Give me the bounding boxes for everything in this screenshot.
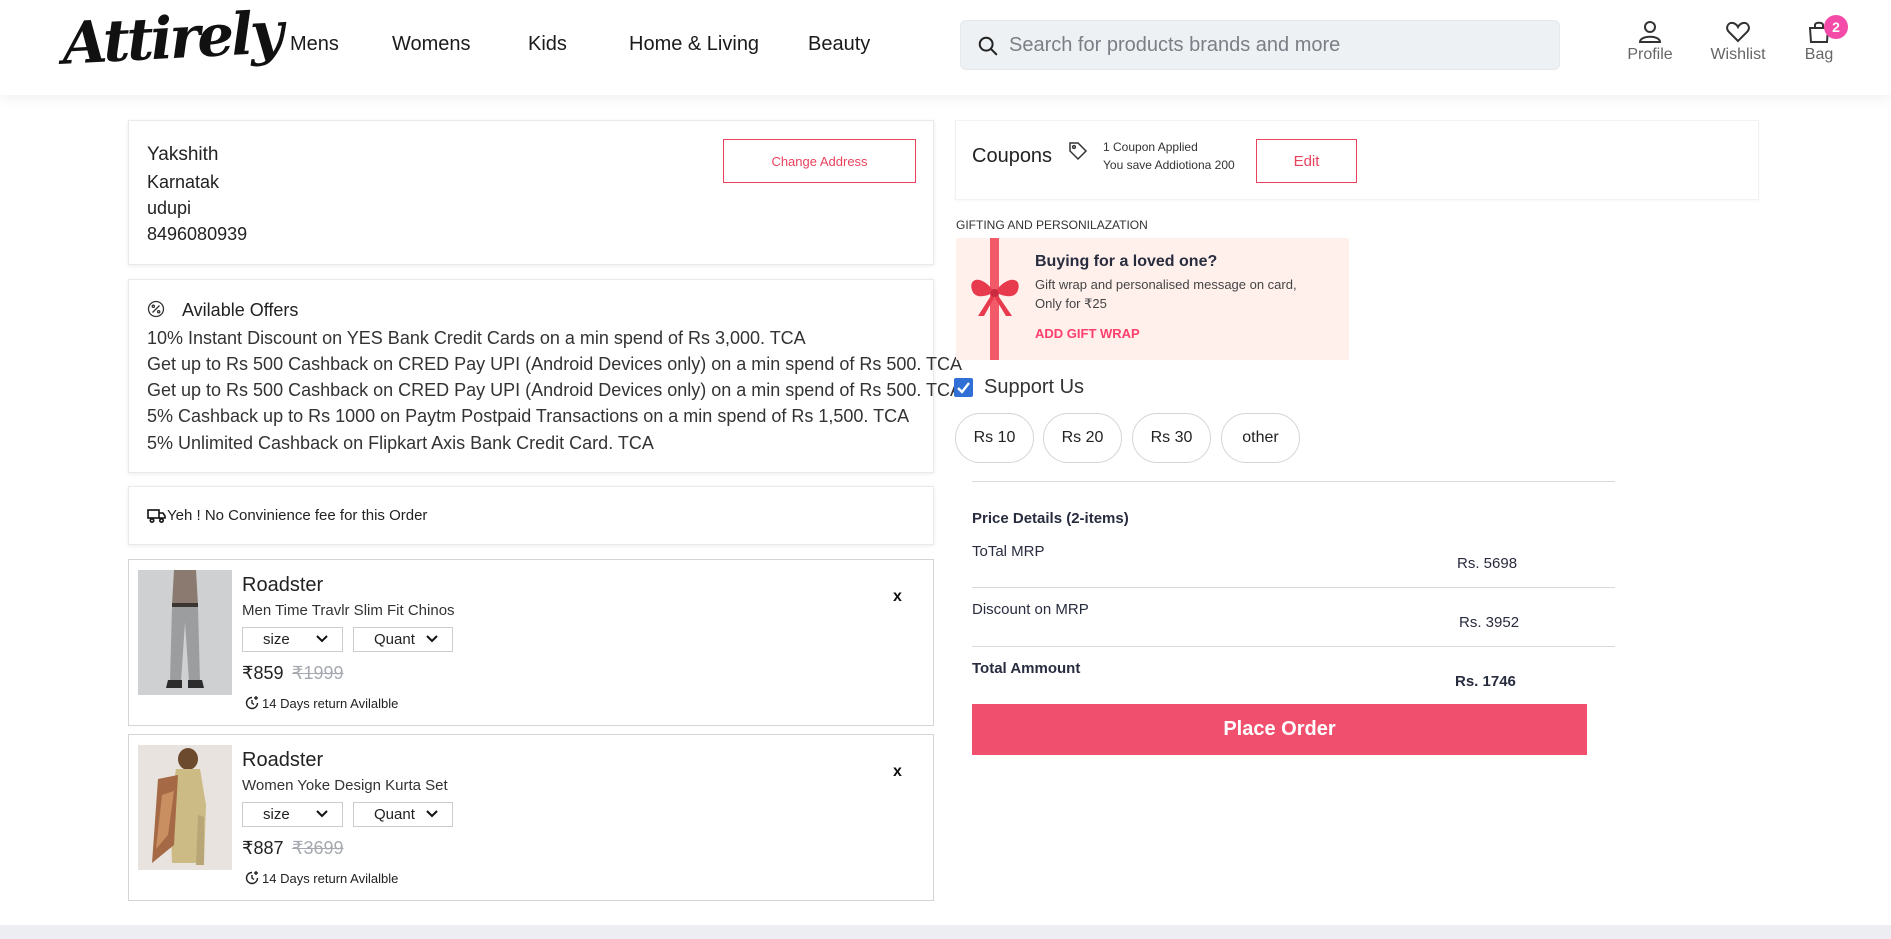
heart-icon [1726,21,1750,43]
coupons-applied: 1 Coupon Applied [1103,140,1198,154]
change-address-button[interactable]: Change Address [723,139,916,183]
remove-item-button[interactable]: x [893,588,902,606]
search-input[interactable] [1009,21,1549,69]
divider [972,481,1615,482]
total-amount-value: Rs. 1746 [1455,673,1516,690]
quantity-select-label: Quant [374,631,415,648]
address-phone: 8496080939 [147,224,248,244]
nav-link-womens[interactable]: Womens [392,33,471,56]
gift-wrap-card: Buying for a loved one? Gift wrap and pe… [956,238,1349,360]
coupons-title: Coupons [972,145,1053,167]
place-order-button[interactable]: Place Order [972,704,1587,755]
offer-item: Get up to Rs 500 Cashback on CRED Pay UP… [147,354,963,374]
gift-heading: Buying for a loved one? [1035,253,1218,270]
nav-link-beauty[interactable]: Beauty [808,33,870,56]
gift-line-1: Gift wrap and personalised message on ca… [1035,277,1297,292]
return-clock-icon [245,696,259,710]
nav-link-kids[interactable]: Kids [528,33,567,56]
support-amount-other[interactable]: other [1221,413,1300,463]
address-state: Karnatak [147,172,220,192]
return-policy: 14 Days return Avilalble [262,871,399,886]
support-amount-20[interactable]: Rs 20 [1043,413,1122,463]
gifting-section-title: GIFTING AND PERSONILAZATION [956,218,1148,232]
search-bar[interactable] [960,20,1560,70]
quantity-select-label: Quant [374,806,415,823]
product-price: ₹859 [242,663,284,683]
quantity-select[interactable]: Quant [353,627,453,652]
divider [972,587,1615,588]
return-policy: 14 Days return Avilalble [262,696,399,711]
quantity-select[interactable]: Quant [353,802,453,827]
profile-label: Profile [1627,46,1673,63]
search-icon [978,36,998,56]
add-gift-wrap-link[interactable]: ADD GIFT WRAP [1035,326,1140,341]
convenience-fee-notice: Yeh ! No Convinience fee for this Order [128,486,934,545]
product-mrp: ₹1999 [292,663,344,683]
coupons-savings: You save Addiotiona 200 [1103,158,1235,172]
bag-count-badge: 2 [1824,15,1848,39]
discount-icon [147,300,165,318]
support-amount-30[interactable]: Rs 30 [1132,413,1211,463]
discount-value: Rs. 3952 [1459,614,1520,631]
product-brand[interactable]: Roadster [242,749,323,772]
divider [972,646,1615,647]
edit-coupon-button[interactable]: Edit [1256,139,1357,183]
offers-card: Avilable Offers 10% Instant Discount on … [128,279,962,473]
address-card: Yakshith Karnatak udupi 8496080939 Chang… [128,120,934,265]
product-mrp: ₹3699 [292,838,344,858]
profile-button[interactable]: Profile [1620,20,1680,64]
nav-link-mens[interactable]: Mens [290,33,339,56]
chevron-down-icon [316,635,328,643]
chevron-down-icon [426,810,438,818]
chevron-down-icon [316,810,328,818]
product-description[interactable]: Men Time Travlr Slim Fit Chinos [242,602,455,619]
tag-icon [1069,142,1088,161]
size-select-label: size [263,806,290,823]
gift-line-2: Only for ₹25 [1035,296,1107,311]
product-image-kurta[interactable] [138,745,232,870]
support-us-label[interactable]: Support Us [984,376,1084,399]
total-mrp-label: ToTal MRP [972,543,1045,560]
return-clock-icon [245,871,259,885]
wishlist-button[interactable]: Wishlist [1706,20,1770,64]
total-amount-label: Total Ammount [972,660,1081,677]
offer-item: 5% Unlimited Cashback on Flipkart Axis B… [147,433,654,453]
top-navbar: Attirely Mens Womens Kids Home & Living … [0,0,1891,95]
truck-icon [147,509,166,523]
size-select-label: size [263,631,290,648]
convenience-text: Yeh ! No Convinience fee for this Order [167,507,428,524]
offer-item: 5% Cashback up to Rs 1000 on Paytm Postp… [147,406,910,426]
check-icon [957,382,970,394]
profile-icon [1638,21,1662,43]
offer-item: Get up to Rs 500 Cashback on CRED Pay UP… [147,380,963,400]
cart-item: Roadster Men Time Travlr Slim Fit Chinos… [128,559,934,726]
coupons-card: Coupons 1 Coupon Applied You save Addiot… [955,120,1759,200]
product-image-chinos[interactable] [138,570,232,695]
chevron-down-icon [426,635,438,643]
bag-label: Bag [1804,46,1834,63]
cart-item: Roadster Women Yoke Design Kurta Set siz… [128,734,934,901]
discount-label: Discount on MRP [972,601,1089,618]
size-select[interactable]: size [242,627,343,652]
horizontal-scrollbar[interactable] [0,925,1891,939]
gift-ribbon-icon [971,238,1019,360]
size-select[interactable]: size [242,802,343,827]
product-description[interactable]: Women Yoke Design Kurta Set [242,777,448,794]
product-brand[interactable]: Roadster [242,574,323,597]
address-city: udupi [147,198,192,218]
total-mrp-value: Rs. 5698 [1457,555,1518,572]
address-name: Yakshith [147,144,219,165]
price-details-title: Price Details (2-items) [972,510,1129,527]
support-amount-10[interactable]: Rs 10 [955,413,1034,463]
remove-item-button[interactable]: x [893,763,902,781]
product-price: ₹887 [242,838,284,858]
brand-logo[interactable]: Attirely [60,0,282,78]
wishlist-label: Wishlist [1710,46,1766,63]
offers-title: Avilable Offers [182,300,299,320]
offer-item: 10% Instant Discount on YES Bank Credit … [147,328,806,348]
support-us-checkbox[interactable] [954,378,973,397]
nav-link-home-living[interactable]: Home & Living [629,33,759,56]
